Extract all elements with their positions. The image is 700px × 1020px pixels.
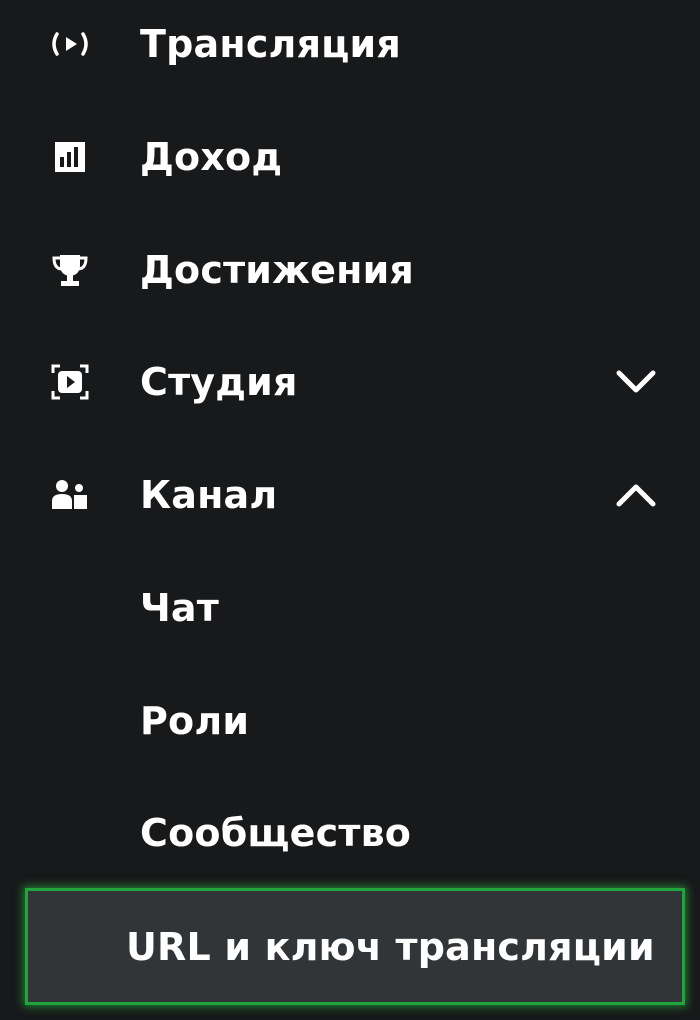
submenu-item-roles[interactable]: Роли [0,672,700,784]
trophy-icon [48,248,92,292]
submenu-item-label: Сообщество [140,811,412,855]
menu-item-label: Достижения [140,248,414,292]
menu-item-revenue[interactable]: Доход [0,112,700,224]
menu-item-label: Доход [140,135,283,179]
submenu-item-community[interactable]: Сообщество [0,784,700,896]
chevron-up-icon[interactable] [612,473,660,517]
broadcast-icon [48,22,92,66]
menu-item-label: Трансляция [140,22,401,66]
menu-item-broadcast[interactable]: Трансляция [0,0,700,112]
studio-icon [48,360,92,404]
submenu-item-label: URL и ключ трансляции [126,925,655,969]
chevron-down-icon[interactable] [612,360,660,404]
menu-item-label: Канал [140,473,278,517]
submenu-item-stream-url-key[interactable]: URL и ключ трансляции [25,888,685,1005]
sidebar-menu: Трансляция Доход Достижения Студия Канал… [0,0,700,1020]
submenu-item-chat[interactable]: Чат [0,560,700,672]
menu-item-label: Студия [140,360,298,404]
submenu-item-label: Роли [140,699,250,743]
menu-item-studio[interactable]: Студия [0,336,700,448]
menu-item-channel[interactable]: Канал [0,448,700,560]
menu-item-achievements[interactable]: Достижения [0,224,700,336]
channel-icon [48,473,92,517]
submenu-item-label: Чат [140,586,219,630]
bar-chart-icon [48,135,92,179]
